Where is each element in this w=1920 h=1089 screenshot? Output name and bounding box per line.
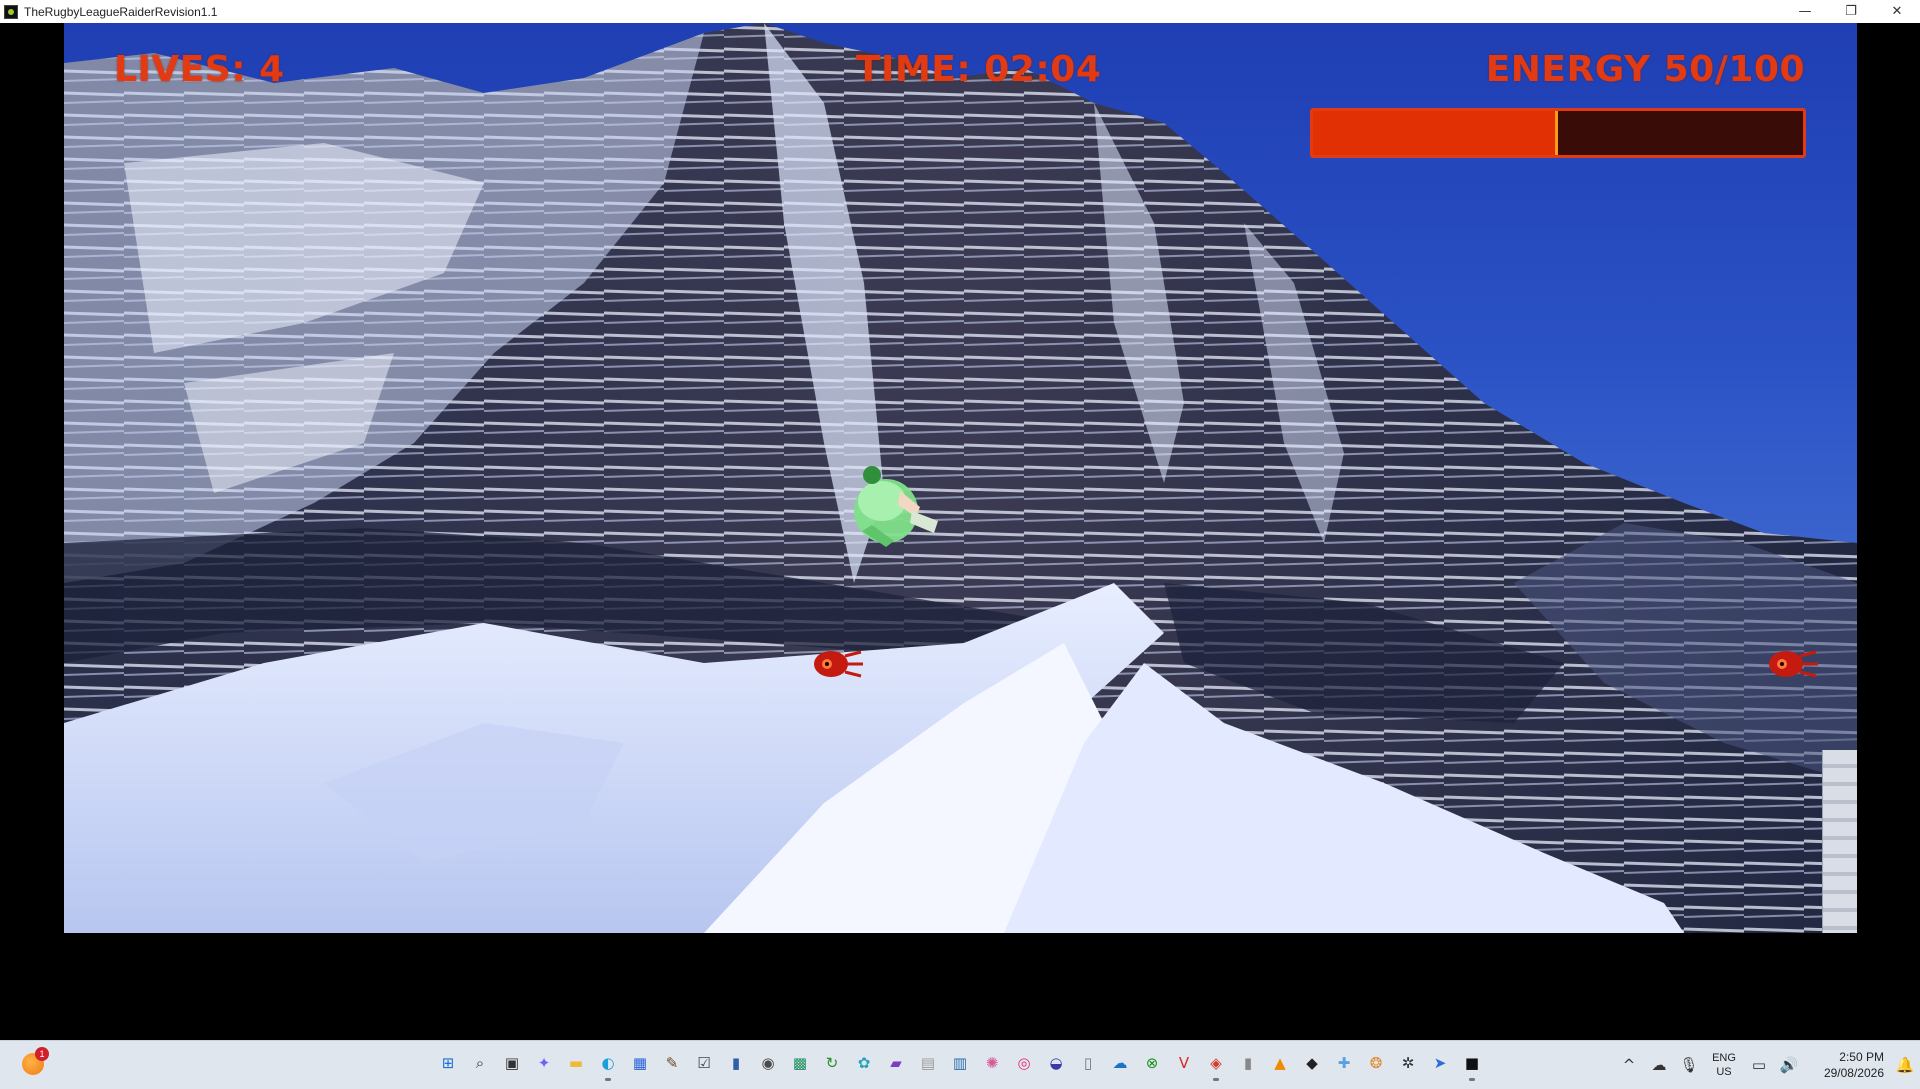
app-icon-12[interactable]: ◈: [1204, 1051, 1228, 1081]
clock-time: 2:50 PM: [1839, 1050, 1884, 1064]
vivaldi-icon[interactable]: V: [1172, 1051, 1196, 1075]
app-icon-6[interactable]: ✿: [852, 1051, 876, 1075]
language-region: US: [1716, 1066, 1732, 1078]
task-view-icon[interactable]: ▣: [500, 1051, 524, 1075]
system-tray: ^ ☁ 🎙 ENG US ▭ 🔊 2:50 PM 29/08/2026 🔔: [1614, 1041, 1920, 1089]
app-icon: [4, 4, 18, 19]
camera-icon[interactable]: ◉: [756, 1051, 780, 1075]
window-controls: — ❐ ✕: [1782, 0, 1920, 23]
game-viewport[interactable]: LIVES: 4 TIME: 02:04 ENERGY 50/100: [64, 23, 1857, 933]
enemy-sprite: [1769, 650, 1818, 678]
app-icon-13[interactable]: ▮: [1236, 1051, 1260, 1075]
game-app-icon[interactable]: ■: [1460, 1051, 1484, 1081]
xbox-icon[interactable]: ⊗: [1140, 1051, 1164, 1075]
cloud-offline-icon[interactable]: ☁: [1644, 1056, 1674, 1074]
instagram-icon[interactable]: ◎: [1012, 1051, 1036, 1075]
window-title: TheRugbyLeagueRaiderRevision1.1: [24, 4, 218, 19]
enemy-sprite: [814, 650, 863, 678]
restore-button[interactable]: ❐: [1828, 0, 1874, 23]
app-icon-3[interactable]: ▮: [724, 1051, 748, 1075]
app-icon-5[interactable]: ↻: [820, 1051, 844, 1075]
network-icon[interactable]: ▭: [1744, 1056, 1774, 1074]
app-icon-10[interactable]: ✺: [980, 1051, 1004, 1075]
vlc-icon[interactable]: ▲: [1268, 1051, 1292, 1075]
weather-widget[interactable]: 1: [20, 1047, 49, 1077]
copilot-icon[interactable]: ✦: [532, 1051, 556, 1075]
store-icon[interactable]: ▦: [628, 1051, 652, 1075]
window-title-bar: TheRugbyLeagueRaiderRevision1.1 — ❐ ✕: [0, 0, 1920, 23]
app-icon-9[interactable]: ▥: [948, 1051, 972, 1075]
app-icon-14[interactable]: ◆: [1300, 1051, 1324, 1075]
energy-label: ENERGY 50/100: [1485, 49, 1805, 90]
chatgpt-icon[interactable]: ✲: [1396, 1051, 1420, 1075]
time-counter: TIME: 02:04: [856, 49, 1102, 90]
microphone-icon[interactable]: 🎙: [1674, 1056, 1704, 1074]
player-sprite: [854, 466, 938, 547]
close-button[interactable]: ✕: [1874, 0, 1920, 23]
edge-icon[interactable]: ◐: [596, 1051, 620, 1081]
app-icon-17[interactable]: ➤: [1428, 1051, 1452, 1075]
side-panel-strip: [1822, 750, 1857, 933]
minimize-button[interactable]: —: [1782, 0, 1828, 23]
search-icon[interactable]: ⌕: [468, 1051, 492, 1075]
mountain-background: [64, 23, 1857, 933]
volume-icon[interactable]: 🔊: [1774, 1056, 1804, 1074]
app-icon-2[interactable]: ☑: [692, 1051, 716, 1075]
lives-counter: LIVES: 4: [114, 49, 285, 90]
file-explorer-icon[interactable]: ▬: [564, 1051, 588, 1075]
taskbar: 1 ⊞ ⌕ ▣ ✦ ▬ ◐ ▦ ✎ ☑ ▮ ◉ ▩ ↻ ✿ ▰ ▤ ▥ ✺ ◎ ◒ ▯ ☁ ⊗ V ◈ ▮ ▲ ◆ ✚ ❂ ✲ ➤ ■ ^ ☁ …: [0, 1040, 1920, 1089]
app-icon-7[interactable]: ▰: [884, 1051, 908, 1075]
notepad-icon[interactable]: ▯: [1076, 1051, 1100, 1075]
language-code: ENG: [1712, 1052, 1736, 1064]
start-icon[interactable]: ⊞: [436, 1051, 460, 1075]
energy-bar-fill: [1313, 111, 1558, 155]
notifications-bell-icon[interactable]: 🔔: [1890, 1056, 1920, 1074]
onedrive-icon[interactable]: ☁: [1108, 1051, 1132, 1075]
energy-bar: [1310, 108, 1806, 158]
app-icon-16[interactable]: ❂: [1364, 1051, 1388, 1075]
notification-badge: 1: [35, 1047, 49, 1061]
app-icon-4[interactable]: ▩: [788, 1051, 812, 1075]
clock[interactable]: 2:50 PM 29/08/2026: [1804, 1049, 1884, 1081]
app-icon-1[interactable]: ✎: [660, 1051, 684, 1075]
app-icon-8[interactable]: ▤: [916, 1051, 940, 1075]
language-indicator[interactable]: ENG US: [1704, 1051, 1744, 1079]
app-icon-15[interactable]: ✚: [1332, 1051, 1356, 1075]
taskbar-pinned-apps: ⊞ ⌕ ▣ ✦ ▬ ◐ ▦ ✎ ☑ ▮ ◉ ▩ ↻ ✿ ▰ ▤ ▥ ✺ ◎ ◒ ▯ ☁ ⊗ V ◈ ▮ ▲ ◆ ✚ ❂ ✲ ➤ ■: [436, 1051, 1484, 1081]
show-hidden-icons-chevron[interactable]: ^: [1614, 1056, 1644, 1074]
clock-date: 29/08/2026: [1823, 1066, 1884, 1080]
app-icon-11[interactable]: ◒: [1044, 1051, 1068, 1075]
